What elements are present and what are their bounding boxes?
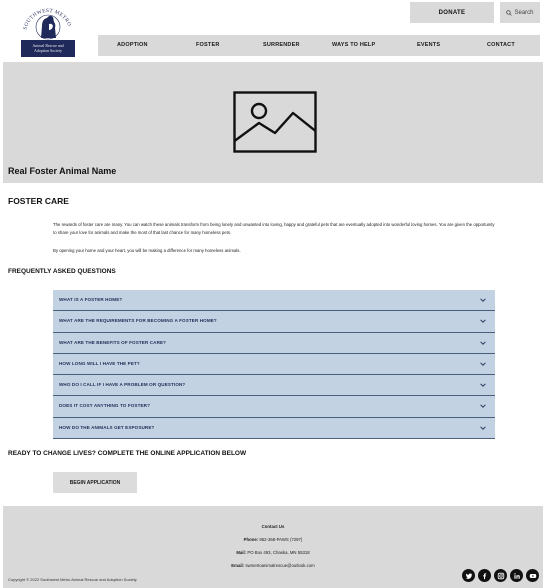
faq-item[interactable]: HOW DO THE ANIMALS GET EXPOSURE? (53, 417, 495, 440)
youtube-icon[interactable] (526, 569, 539, 582)
nav-item-surrender[interactable]: SURRENDER (263, 42, 300, 48)
twitter-icon[interactable] (462, 569, 475, 582)
foster-care-paragraph-2: By opening your home and your heart, you… (53, 248, 241, 253)
faq-item[interactable]: WHAT IS A FOSTER HOME? (53, 290, 495, 312)
footer-mail-value: PO Box 493, Chaska, MN 55318 (247, 550, 310, 555)
nav-item-foster[interactable]: FOSTER (196, 42, 220, 48)
footer-email-label: Email: (231, 563, 245, 568)
footer-email: Email: swmetroanimalrescue@outlook.com (3, 563, 543, 568)
faq-question: WHO DO I CALL IF I HAVE A PROBLEM OR QUE… (59, 382, 186, 388)
faq-item[interactable]: WHAT ARE THE BENEFITS OF FOSTER CARE? (53, 332, 495, 354)
copyright-text: Copyright © 2022 Southwest Metro Animal … (8, 577, 137, 582)
faq-question: WHAT IS A FOSTER HOME? (59, 297, 123, 302)
footer-phone-value[interactable]: 952-368-PAWS (7297) (259, 537, 302, 542)
faq-question: DOES IT COST ANYTHING TO FOSTER? (59, 403, 150, 409)
faq-item[interactable]: HOW LONG WILL I HAVE THE PET? (53, 353, 495, 376)
faq-accordion: WHAT IS A FOSTER HOME? WHAT ARE THE REQU… (53, 290, 495, 440)
site-footer: Contact Us Phone: 952-368-PAWS (7297) Ma… (3, 506, 543, 588)
search-label: Search (514, 9, 534, 16)
search-icon (506, 9, 513, 16)
begin-application-button[interactable]: BEGIN APPLICATION (53, 472, 137, 493)
faq-item[interactable]: DOES IT COST ANYTHING TO FOSTER? (53, 396, 495, 418)
faq-item[interactable]: WHO DO I CALL IF I HAVE A PROBLEM OR QUE… (53, 375, 495, 397)
footer-phone-label: Phone: (243, 537, 259, 542)
footer-mail-label: Mail: (236, 550, 247, 555)
chevron-down-icon (480, 362, 486, 366)
chevron-down-icon (480, 404, 486, 409)
faq-question: HOW DO THE ANIMALS GET EXPOSURE? (59, 424, 155, 430)
logo-banner: Animal Rescue and Adoption Society (21, 40, 75, 57)
faq-item[interactable]: WHAT ARE THE REQUIREMENTS FOR BECOMING A… (53, 311, 495, 333)
donate-button[interactable]: DONATE (410, 2, 494, 23)
nav-item-contact[interactable]: CONTACT (487, 42, 515, 48)
instagram-icon[interactable] (494, 569, 507, 582)
site-logo[interactable]: SOUTHWEST METRO Animal Rescue and Adopti… (20, 0, 76, 57)
faq-title: FREQUENTLY ASKED QUESTIONS (8, 268, 116, 275)
faq-question: WHAT ARE THE REQUIREMENTS FOR BECOMING A… (59, 318, 217, 324)
footer-mail: Mail: PO Box 493, Chaska, MN 55318 (3, 550, 543, 555)
chevron-down-icon (480, 341, 486, 345)
site-header: SOUTHWEST METRO Animal Rescue and Adopti… (0, 0, 546, 62)
chevron-down-icon (480, 319, 486, 324)
chevron-down-icon (480, 426, 486, 430)
nav-item-events[interactable]: EVENTS (417, 42, 440, 48)
social-links (462, 569, 539, 582)
chevron-down-icon (480, 383, 486, 388)
logo-banner-line2: Adoption Society (33, 48, 63, 53)
facebook-icon[interactable] (478, 569, 491, 582)
hero-banner: Real Foster Animal Name (3, 62, 543, 183)
linkedin-icon[interactable] (510, 569, 523, 582)
search-button[interactable]: Search (500, 2, 540, 23)
hero-title: Real Foster Animal Name (8, 166, 117, 176)
main-nav: ADOPTION FOSTER SURRENDER WAYS TO HELP E… (98, 35, 540, 56)
faq-question: HOW LONG WILL I HAVE THE PET? (59, 360, 140, 366)
footer-contact-title: Contact Us (261, 524, 285, 529)
chevron-down-icon (480, 298, 486, 302)
foster-care-paragraph-1: The rewards of foster care are many. You… (53, 222, 495, 235)
cta-title: READY TO CHANGE LIVES? COMPLETE THE ONLI… (8, 450, 247, 457)
footer-email-value[interactable]: swmetroanimalrescue@outlook.com (245, 563, 314, 568)
faq-question: WHAT ARE THE BENEFITS OF FOSTER CARE? (59, 339, 167, 345)
image-placeholder-icon (233, 91, 317, 153)
logo-seal-icon: SOUTHWEST METRO (22, 8, 72, 40)
nav-item-ways-to-help[interactable]: WAYS TO HELP (332, 42, 375, 48)
footer-phone: Phone: 952-368-PAWS (7297) (3, 537, 543, 542)
nav-item-adoption[interactable]: ADOPTION (117, 42, 148, 48)
foster-care-title: FOSTER CARE (8, 196, 69, 206)
